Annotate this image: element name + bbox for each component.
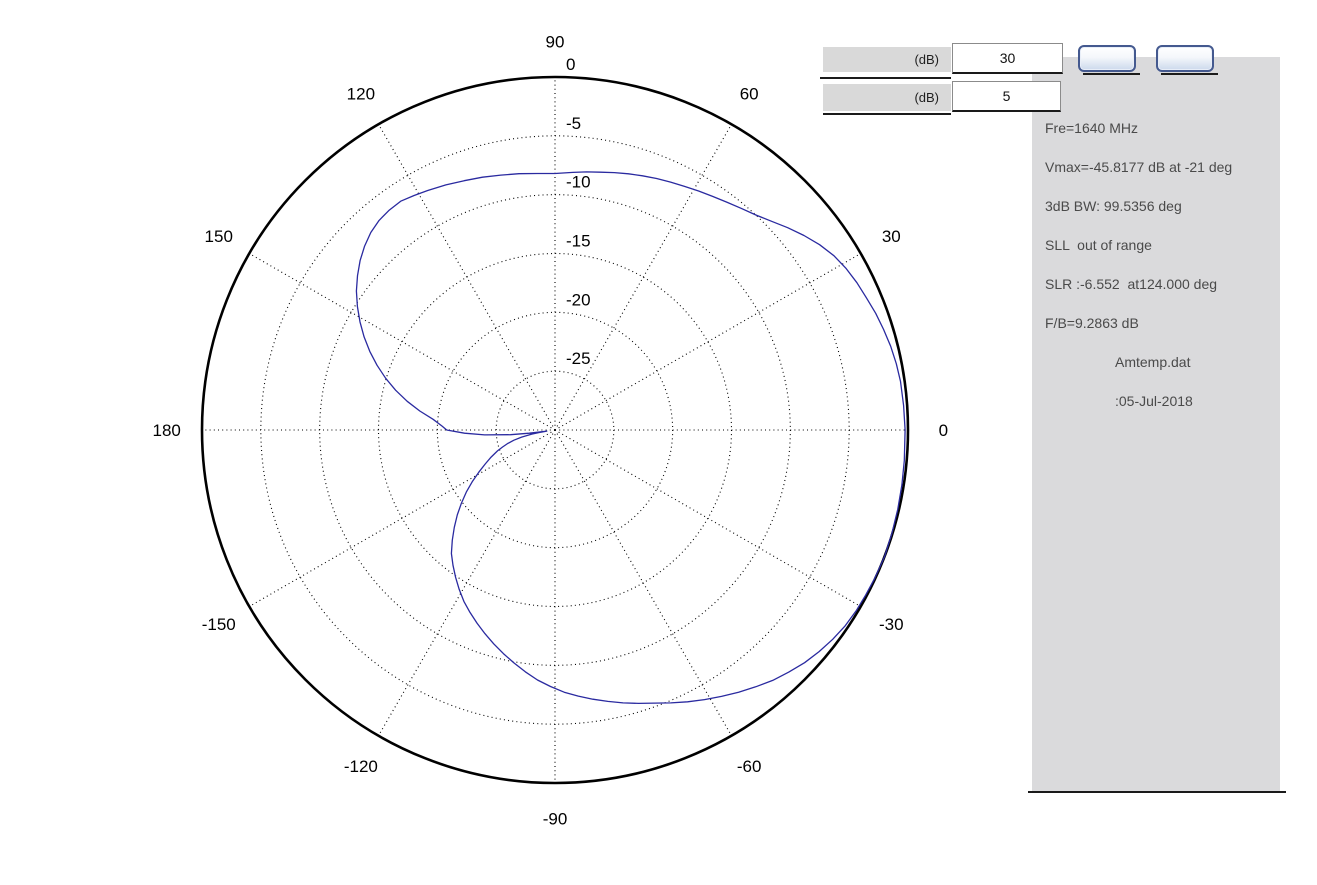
info-line-vmax: Vmax=-45.8177 dB at -21 deg: [1045, 148, 1280, 187]
angle-tick-label: -150: [202, 615, 236, 634]
application-window: 0 30 60 90 120 150 180 -150 -120 -90 -60 -30 0 -5 -10 -…: [0, 0, 1317, 885]
info-line-frequency: Fre=1640 MHz: [1045, 109, 1280, 148]
radial-tick-label: -25: [566, 349, 591, 368]
grid-spoke: [555, 430, 732, 736]
angle-tick-label: 90: [546, 33, 565, 52]
button-underline: [1161, 73, 1218, 75]
grid-spoke: [379, 430, 556, 736]
angle-tick-label: 150: [205, 227, 233, 246]
radial-tick-label: -5: [566, 114, 581, 133]
angle-tick-label: 120: [347, 85, 375, 104]
radial-tick-label: -10: [566, 173, 591, 192]
angle-tick-label: 60: [740, 85, 759, 104]
angle-tick-label: 30: [882, 227, 901, 246]
radial-tick-label: -15: [566, 231, 591, 250]
panel-bottom-divider: [1028, 791, 1286, 793]
control-button-1[interactable]: [1078, 45, 1136, 72]
info-line-front-back: F/B=9.2863 dB: [1045, 304, 1280, 343]
control-button-2[interactable]: [1156, 45, 1214, 72]
radial-tick-label: -20: [566, 290, 591, 309]
grid-spoke: [249, 254, 555, 431]
divider-line: [820, 77, 951, 79]
angle-tick-label: 180: [153, 421, 181, 440]
divider-line: [823, 113, 951, 115]
info-line-sll: SLL out of range: [1045, 226, 1280, 265]
grid-spoke: [555, 254, 861, 431]
info-line-slr: SLR :-6.552 at124.000 deg: [1045, 265, 1280, 304]
info-line-beamwidth: 3dB BW: 99.5356 deg: [1045, 187, 1280, 226]
angle-tick-label: -90: [543, 809, 568, 828]
step-db-input[interactable]: [952, 81, 1061, 112]
radial-tick-label: 0: [566, 55, 575, 74]
grid-spoke: [249, 430, 555, 607]
grid-spoke: [555, 124, 732, 430]
angle-tick-label: 0: [939, 421, 948, 440]
button-underline: [1083, 73, 1140, 75]
grid-spoke: [379, 124, 556, 430]
range-db-label: (dB): [823, 47, 951, 72]
angle-tick-label: -120: [344, 757, 378, 776]
info-line-filename: Amtemp.dat: [1045, 343, 1280, 382]
angle-tick-label: -60: [737, 757, 762, 776]
pattern-curve: [356, 172, 905, 704]
angle-tick-label: -30: [879, 615, 904, 634]
info-line-date: :05-Jul-2018: [1045, 382, 1280, 421]
range-db-input[interactable]: [952, 43, 1063, 74]
grid-spoke: [555, 430, 861, 607]
step-db-label: (dB): [823, 84, 951, 111]
info-panel: Fre=1640 MHz Vmax=-45.8177 dB at -21 deg…: [1032, 57, 1280, 791]
